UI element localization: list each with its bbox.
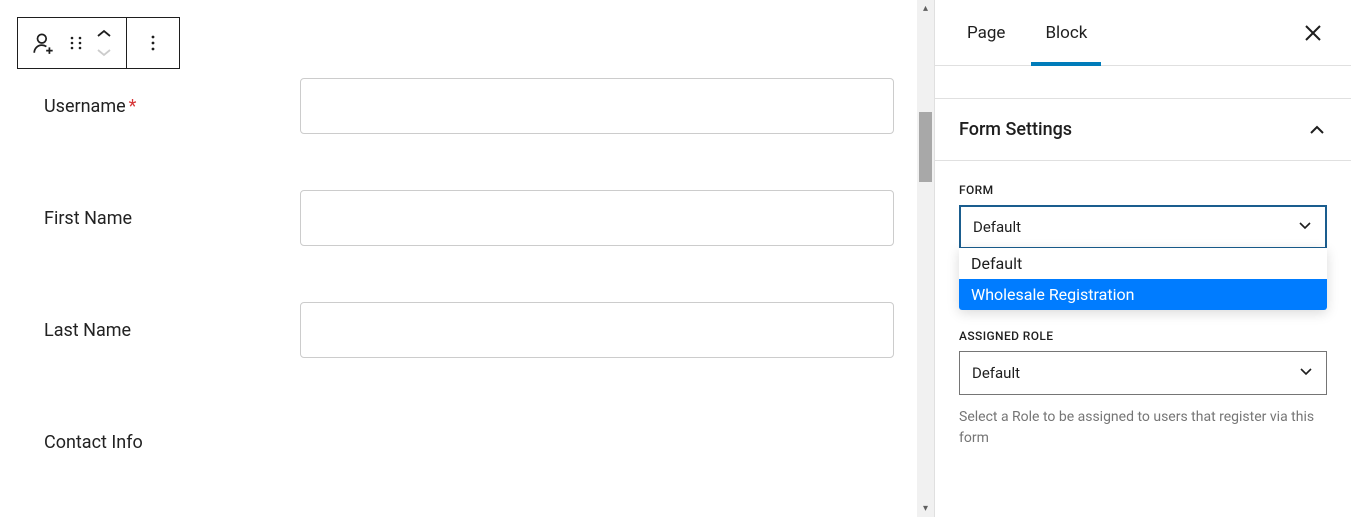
editor-canvas: Username* First Name Last Name Contact I… — [0, 0, 934, 517]
form-select-value: Default — [973, 218, 1021, 236]
field-row-username: Username* — [44, 78, 894, 134]
form-select[interactable]: Default Default Wholesale Registration — [959, 205, 1327, 249]
chevron-down-icon — [1297, 217, 1313, 237]
role-select-label: ASSIGNED ROLE — [959, 329, 1327, 343]
field-row-lastname: Last Name — [44, 302, 894, 358]
close-sidebar-button[interactable] — [1295, 15, 1331, 51]
panel-title: Form Settings — [959, 119, 1072, 140]
tab-page[interactable]: Page — [955, 0, 1017, 65]
more-vertical-icon — [143, 33, 163, 53]
close-icon — [1302, 22, 1324, 44]
block-toolbar — [17, 17, 180, 69]
block-type-button[interactable] — [26, 25, 62, 61]
user-plus-icon — [31, 30, 57, 56]
tab-block[interactable]: Block — [1033, 0, 1099, 65]
drag-handle-icon — [68, 35, 84, 51]
field-label: First Name — [44, 208, 300, 229]
role-select[interactable]: Default — [959, 351, 1327, 395]
scroll-down-icon[interactable]: ▾ — [917, 500, 934, 517]
form-dropdown: Default Wholesale Registration — [959, 248, 1327, 310]
scroll-thumb[interactable] — [919, 112, 932, 182]
section-title: Contact Info — [44, 432, 143, 453]
scrollbar[interactable]: ▴ ▾ — [917, 0, 934, 517]
chevron-up-icon — [1307, 120, 1327, 140]
move-up-button[interactable] — [90, 25, 118, 43]
lastname-input[interactable] — [300, 302, 894, 358]
role-help-text: Select a Role to be assigned to users th… — [959, 407, 1327, 449]
field-row-firstname: First Name — [44, 190, 894, 246]
field-label: Username* — [44, 96, 300, 117]
role-select-value: Default — [972, 364, 1020, 382]
section-contact-info: Contact Info — [44, 414, 894, 470]
panel-body: FORM Default Default Wholesale Registrat… — [935, 161, 1351, 449]
more-options-button[interactable] — [135, 25, 171, 61]
chevron-down-icon — [96, 47, 112, 57]
scroll-up-icon[interactable]: ▴ — [917, 0, 934, 17]
dropdown-option-wholesale[interactable]: Wholesale Registration — [959, 279, 1327, 310]
dropdown-option-default[interactable]: Default — [959, 248, 1327, 279]
chevron-up-icon — [96, 29, 112, 39]
username-input[interactable] — [300, 78, 894, 134]
move-down-button[interactable] — [90, 43, 118, 61]
firstname-input[interactable] — [300, 190, 894, 246]
panel-toggle-form-settings[interactable]: Form Settings — [935, 99, 1351, 161]
drag-handle[interactable] — [62, 25, 90, 61]
form-preview: Username* First Name Last Name Contact I… — [0, 78, 934, 517]
sidebar-tabs: Page Block — [935, 0, 1351, 66]
field-label: Last Name — [44, 320, 300, 341]
form-select-label: FORM — [959, 183, 1327, 197]
settings-sidebar: Page Block Form Settings FORM Default De… — [934, 0, 1351, 517]
chevron-down-icon — [1298, 363, 1314, 383]
